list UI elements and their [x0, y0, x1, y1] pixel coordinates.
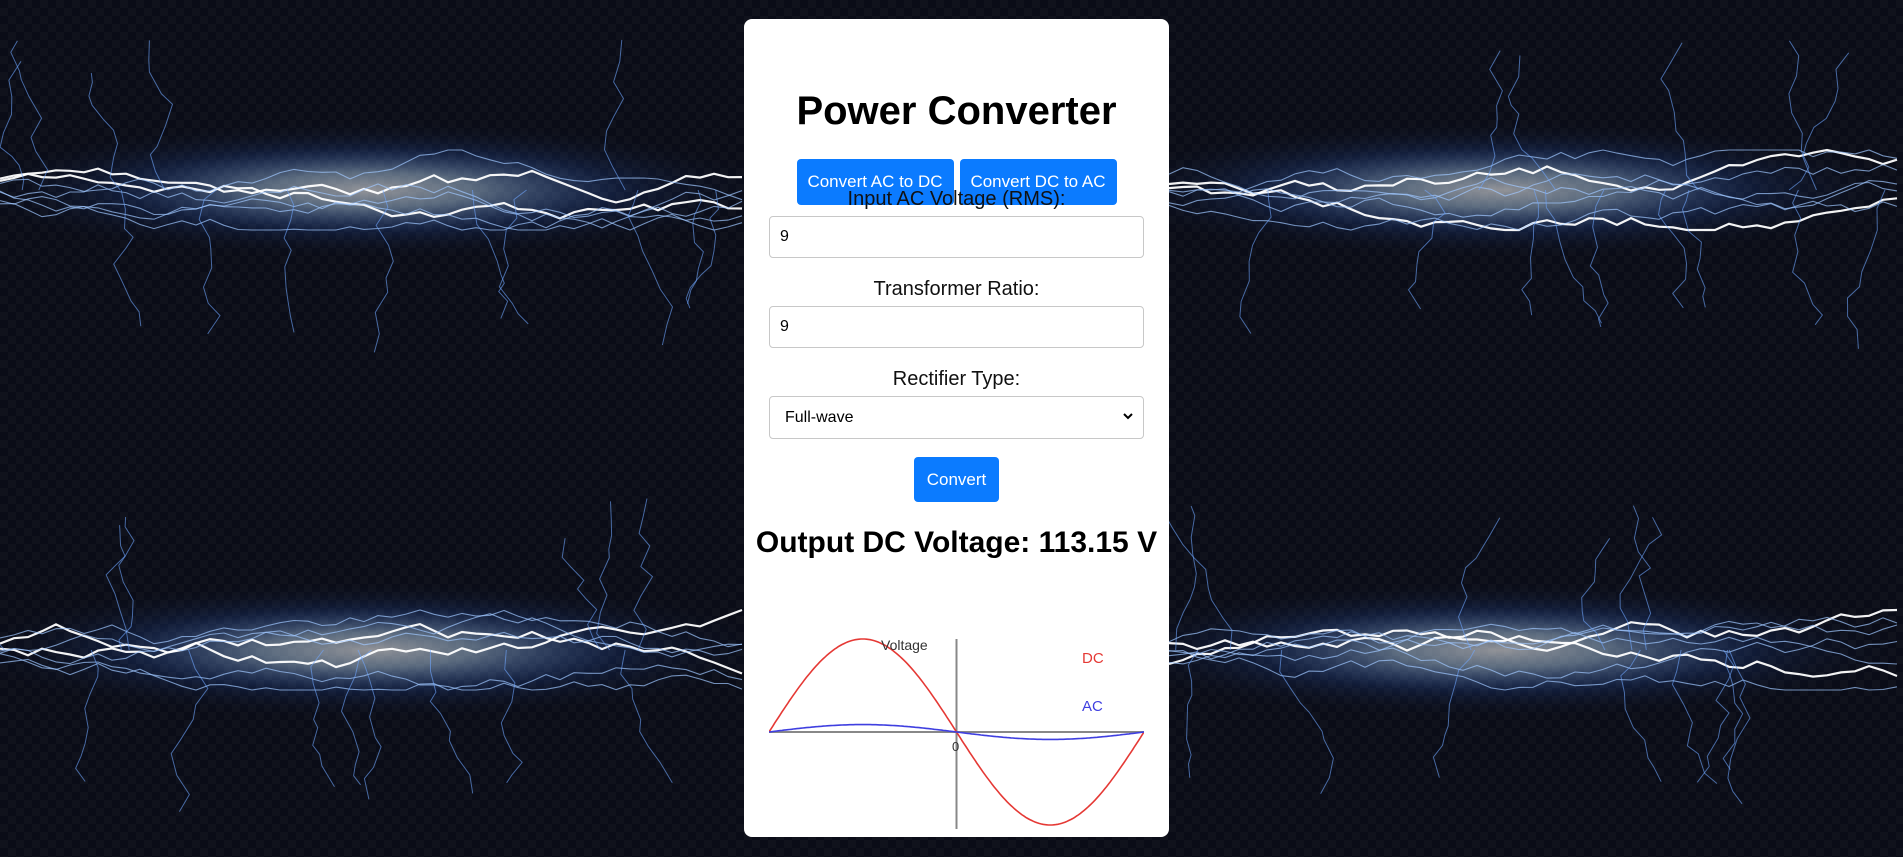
legend-item-ac: AC [1082, 698, 1103, 715]
ratio-input[interactable]: 9 [769, 306, 1144, 348]
chevron-down-icon [1123, 413, 1133, 420]
y-axis-label: Voltage [881, 637, 928, 653]
lightning-glow [0, 120, 790, 260]
rectifier-label: Rectifier Type: [892, 368, 1021, 390]
output-dc-voltage: Output DC Voltage: 113.15 V [755, 526, 1158, 559]
ratio-label: Transformer Ratio: [873, 278, 1040, 300]
voltage-input[interactable]: 9 [769, 216, 1144, 258]
convert-button[interactable]: Convert [914, 457, 999, 502]
rectifier-select[interactable]: Full-wave [769, 396, 1144, 439]
origin-tick-label: 0 [952, 739, 959, 754]
converter-card: Power Converter Convert AC to DC Convert… [744, 19, 1169, 837]
voltage-label: Input AC Voltage (RMS): [847, 188, 1066, 210]
page-title: Power Converter [796, 89, 1117, 133]
rectifier-selected-value: Full-wave [785, 409, 854, 426]
waveform-chart: Voltage 0 DC AC [769, 637, 1144, 829]
legend-item-dc: DC [1082, 650, 1104, 667]
